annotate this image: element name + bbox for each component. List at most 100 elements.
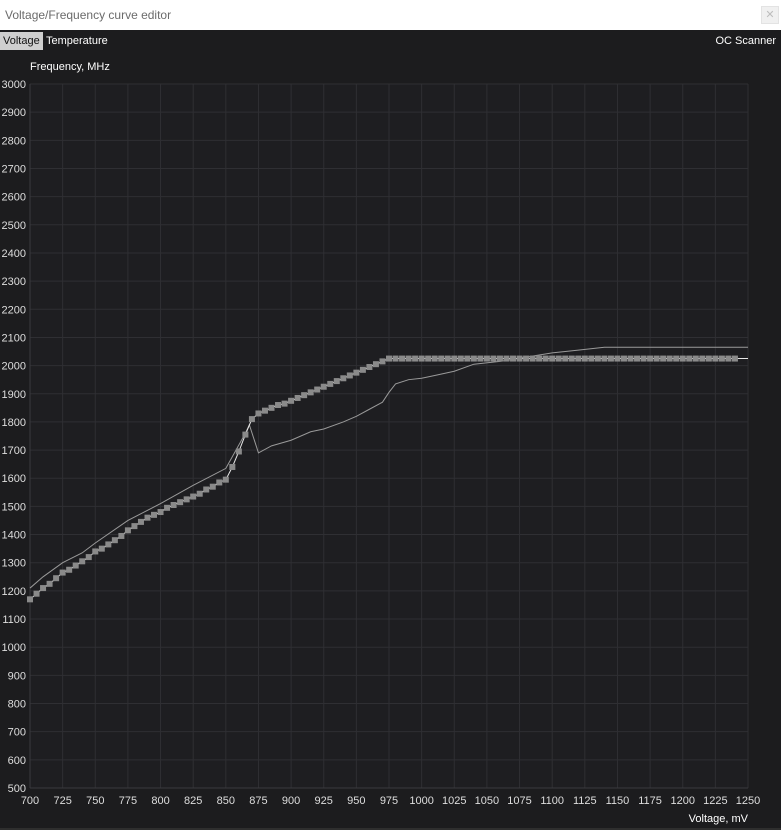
vf-curve-point[interactable] xyxy=(575,355,582,362)
vf-curve-point[interactable] xyxy=(451,355,458,362)
vf-curve-point[interactable] xyxy=(614,355,621,362)
vf-curve-point[interactable] xyxy=(718,355,725,362)
vf-curve-point[interactable] xyxy=(418,355,425,362)
vf-curve-point[interactable] xyxy=(699,355,706,362)
vf-curve-point[interactable] xyxy=(470,355,477,362)
vf-curve-point[interactable] xyxy=(412,355,419,362)
vf-curve-point[interactable] xyxy=(66,566,73,573)
vf-curve-point[interactable] xyxy=(483,355,490,362)
vf-curve-point[interactable] xyxy=(399,355,406,362)
vf-curve-point[interactable] xyxy=(647,355,654,362)
vf-curve-point[interactable] xyxy=(490,355,497,362)
vf-curve-point[interactable] xyxy=(27,596,33,603)
vf-curve-point[interactable] xyxy=(431,355,438,362)
vf-curve-point[interactable] xyxy=(555,355,562,362)
vf-curve-point[interactable] xyxy=(366,364,373,371)
vf-curve-point[interactable] xyxy=(444,355,451,362)
vf-curve-point[interactable] xyxy=(151,511,158,518)
vf-curve-point[interactable] xyxy=(346,372,353,379)
vf-curve-point[interactable] xyxy=(46,580,53,587)
vf-curve-point[interactable] xyxy=(477,355,484,362)
vf-curve-point[interactable] xyxy=(301,392,308,399)
vf-curve-point[interactable] xyxy=(105,541,112,548)
vf-curve-point[interactable] xyxy=(660,355,667,362)
vf-curve-point[interactable] xyxy=(327,380,334,387)
vf-curve-point[interactable] xyxy=(209,483,216,490)
vf-curve-point[interactable] xyxy=(190,493,197,500)
vf-curve-point[interactable] xyxy=(581,355,588,362)
vf-curve-point[interactable] xyxy=(627,355,634,362)
vf-curve-point[interactable] xyxy=(457,355,464,362)
vf-curve-point[interactable] xyxy=(353,369,360,376)
vf-curve-point[interactable] xyxy=(268,404,275,411)
vf-curve-point[interactable] xyxy=(516,355,523,362)
vf-curve-point[interactable] xyxy=(157,509,164,516)
vf-curve-point[interactable] xyxy=(568,355,575,362)
vf-curve-point[interactable] xyxy=(98,545,105,552)
vf-curve-point[interactable] xyxy=(333,378,340,385)
vf-curve-point[interactable] xyxy=(392,355,399,362)
vf-curve-point[interactable] xyxy=(203,486,210,493)
vf-curve-point[interactable] xyxy=(529,355,536,362)
vf-curve-point[interactable] xyxy=(183,496,190,503)
vf-curve-point[interactable] xyxy=(85,554,92,561)
vf-curve-point[interactable] xyxy=(425,355,432,362)
vf-curve-point[interactable] xyxy=(92,548,99,555)
vf-curve-point[interactable] xyxy=(536,355,543,362)
vf-curve-point[interactable] xyxy=(640,355,647,362)
vf-curve-point[interactable] xyxy=(549,355,556,362)
vf-curve-point[interactable] xyxy=(405,355,412,362)
vf-curve-point[interactable] xyxy=(53,575,60,582)
vf-curve-point[interactable] xyxy=(359,366,366,373)
vf-curve-point[interactable] xyxy=(248,416,255,423)
vf-curve-point[interactable] xyxy=(222,476,229,483)
vf-curve-point[interactable] xyxy=(673,355,680,362)
vf-curve-point[interactable] xyxy=(216,479,223,486)
vf-curve-point[interactable] xyxy=(379,358,386,365)
vf-curve-point[interactable] xyxy=(705,355,712,362)
vf-curve-point[interactable] xyxy=(79,558,86,565)
vf-curve-point[interactable] xyxy=(40,585,47,592)
vf-curve-point[interactable] xyxy=(686,355,693,362)
vf-curve-point[interactable] xyxy=(692,355,699,362)
vf-curve-point[interactable] xyxy=(229,463,236,470)
vf-curve-point[interactable] xyxy=(731,355,738,362)
vf-curve-point[interactable] xyxy=(712,355,719,362)
vf-curve-point[interactable] xyxy=(33,590,40,597)
vf-curve-point[interactable] xyxy=(307,389,314,396)
vf-curve-point[interactable] xyxy=(601,355,608,362)
vf-curve-point[interactable] xyxy=(503,355,510,362)
vf-curve-point[interactable] xyxy=(131,523,138,530)
vf-curve-point[interactable] xyxy=(523,355,530,362)
vf-curve-point[interactable] xyxy=(170,501,177,508)
vf-curve-point[interactable] xyxy=(594,355,601,362)
vf-curve-point[interactable] xyxy=(144,514,151,521)
vf-curve-point[interactable] xyxy=(372,361,379,368)
vf-curve-point[interactable] xyxy=(607,355,614,362)
vf-curve-point[interactable] xyxy=(666,355,673,362)
vf-curve-point[interactable] xyxy=(725,355,732,362)
vf-curve-point[interactable] xyxy=(620,355,627,362)
vf-curve-point[interactable] xyxy=(562,355,569,362)
vf-curve-point[interactable] xyxy=(281,400,288,407)
vf-curve-point[interactable] xyxy=(164,504,171,511)
vf-curve-point[interactable] xyxy=(294,394,301,401)
vf-curve-point[interactable] xyxy=(496,355,503,362)
vf-curve-point[interactable] xyxy=(255,410,262,417)
vf-curve-point[interactable] xyxy=(288,397,295,404)
vf-curve-point[interactable] xyxy=(261,407,268,414)
vf-curve-chart[interactable]: 500 600 700 800 900 1000 1100 1200 1300 1400 1500 1… xyxy=(0,0,781,830)
vf-curve-point[interactable] xyxy=(320,383,327,390)
vf-curve-point[interactable] xyxy=(542,355,549,362)
vf-curve-point[interactable] xyxy=(510,355,517,362)
vf-curve-point[interactable] xyxy=(59,569,66,576)
vf-curve-point[interactable] xyxy=(196,490,203,497)
vf-curve-point[interactable] xyxy=(438,355,445,362)
vf-curve-point[interactable] xyxy=(679,355,686,362)
vf-curve-point[interactable] xyxy=(314,386,321,393)
vf-curve-point[interactable] xyxy=(124,527,131,534)
vf-curve-point[interactable] xyxy=(464,355,471,362)
vf-curve-point[interactable] xyxy=(588,355,595,362)
vf-curve-point[interactable] xyxy=(340,375,347,382)
vf-curve-point[interactable] xyxy=(72,562,79,569)
